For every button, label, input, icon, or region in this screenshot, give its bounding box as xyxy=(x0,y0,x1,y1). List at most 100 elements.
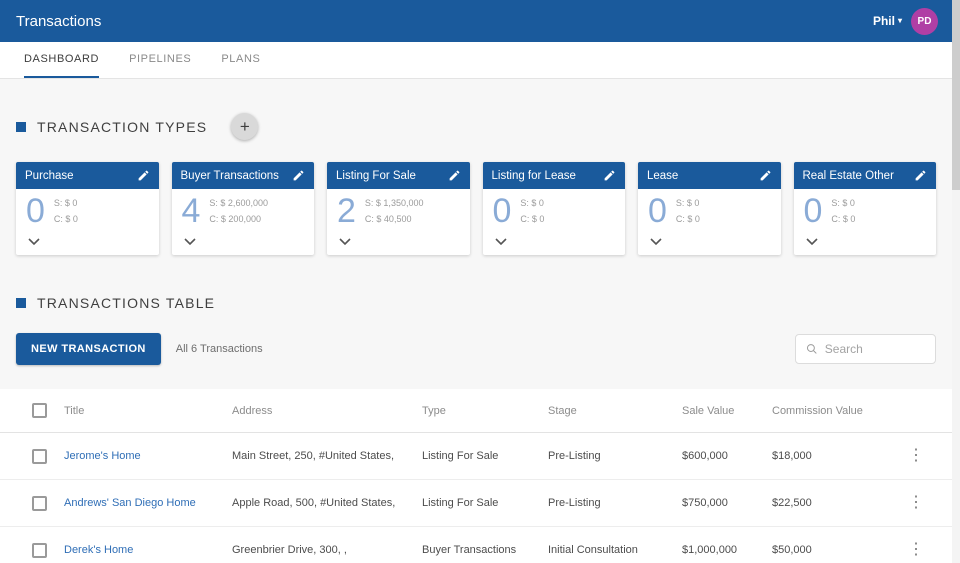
cell-commission-value: $50,000 xyxy=(764,526,896,563)
chevron-down-icon xyxy=(183,238,196,246)
cell-sale-value: $750,000 xyxy=(674,479,764,527)
expand-card-button[interactable] xyxy=(650,238,662,246)
commission-total: C: $ 0 xyxy=(675,213,700,224)
pencil-icon xyxy=(915,170,926,181)
expand-card-button[interactable] xyxy=(339,238,351,246)
type-card-lease: Lease 0 S: $ 0 C: $ 0 xyxy=(638,162,781,255)
sale-total: S: $ 0 xyxy=(831,198,855,209)
app-bar-right: Phil ▾ PD xyxy=(873,7,938,35)
type-values: S: $ 1,350,000 C: $ 40,500 xyxy=(365,196,424,227)
type-count: 2 xyxy=(337,192,356,230)
cell-address: Greenbrier Drive, 300, , xyxy=(224,526,414,563)
sale-total: S: $ 0 xyxy=(53,198,78,209)
edit-button[interactable] xyxy=(759,169,772,182)
tab-plans[interactable]: PLANS xyxy=(221,42,260,78)
card-title: Buyer Transactions xyxy=(180,169,279,182)
sale-total: S: $ 2,600,000 xyxy=(209,198,268,209)
sale-total: S: $ 1,350,000 xyxy=(364,198,424,209)
scrollbar-thumb[interactable] xyxy=(952,0,960,190)
type-values: S: $ 0 C: $ 0 xyxy=(54,196,78,227)
type-count: 4 xyxy=(181,192,201,230)
card-body: 0 S: $ 0 C: $ 0 xyxy=(16,189,159,255)
chevron-down-icon xyxy=(805,238,818,246)
cell-type: Listing For Sale xyxy=(414,432,540,480)
pencil-icon xyxy=(138,170,148,181)
transaction-types-title: TRANSACTION TYPES xyxy=(37,118,208,135)
card-title: Listing for Lease xyxy=(491,169,576,182)
card-body: 2 S: $ 1,350,000 C: $ 40,500 xyxy=(327,189,470,255)
transactions-table-title: TRANSACTIONS TABLE xyxy=(37,295,216,311)
user-menu[interactable]: Phil ▾ xyxy=(873,14,902,28)
edit-button[interactable] xyxy=(448,169,461,182)
cell-stage: Pre-Listing xyxy=(540,479,674,527)
column-header-type: Type xyxy=(414,389,540,433)
card-title: Real Estate Other xyxy=(802,169,894,182)
transaction-title-link[interactable]: Derek's Home xyxy=(64,544,133,556)
type-count: 0 xyxy=(26,192,45,230)
select-all-checkbox[interactable] xyxy=(32,403,47,418)
expand-card-button[interactable] xyxy=(805,238,818,246)
expand-card-button[interactable] xyxy=(494,238,507,246)
chevron-down-icon xyxy=(339,238,351,246)
type-values: S: $ 0 C: $ 0 xyxy=(676,196,700,227)
commission-total: C: $ 200,000 xyxy=(209,213,261,224)
transaction-type-cards: Purchase 0 S: $ 0 C: $ 0 Buyer Transacti… xyxy=(0,162,952,255)
tab-dashboard[interactable]: DASHBOARD xyxy=(24,42,100,78)
row-menu-button[interactable]: ⋮ xyxy=(904,542,928,558)
edit-button[interactable] xyxy=(292,169,305,182)
type-count: 0 xyxy=(648,192,667,230)
sale-total: S: $ 0 xyxy=(675,198,700,209)
commission-total: C: $ 40,500 xyxy=(364,213,412,224)
row-menu-button[interactable]: ⋮ xyxy=(904,448,928,464)
new-transaction-button[interactable]: NEW TRANSACTION xyxy=(16,333,161,365)
avatar[interactable]: PD xyxy=(911,7,938,35)
expand-card-button[interactable] xyxy=(183,238,196,246)
edit-button[interactable] xyxy=(137,169,150,182)
pencil-icon xyxy=(760,170,770,181)
cell-type: Listing For Sale xyxy=(414,479,540,527)
chevron-down-icon xyxy=(28,238,40,246)
tab-pipelines[interactable]: PIPELINES xyxy=(129,42,191,78)
add-transaction-type-button[interactable]: + xyxy=(231,113,259,140)
card-header: Buyer Transactions xyxy=(171,162,314,189)
scrollbar[interactable] xyxy=(952,0,960,563)
kebab-icon: ⋮ xyxy=(908,541,924,558)
table-header-row: Title Address Type Stage Sale Value Comm… xyxy=(0,389,952,433)
cell-stage: Initial Consultation xyxy=(540,526,674,563)
row-checkbox[interactable] xyxy=(32,542,47,558)
plus-icon: + xyxy=(239,116,250,136)
cell-address: Apple Road, 500, #United States, xyxy=(224,479,414,527)
card-body: 0 S: $ 0 C: $ 0 xyxy=(794,189,937,255)
cell-commission-value: $22,500 xyxy=(764,479,896,527)
card-header: Purchase xyxy=(16,162,159,189)
table-toolbar: NEW TRANSACTION All 6 Transactions xyxy=(0,333,952,365)
row-checkbox[interactable] xyxy=(32,448,47,464)
cell-sale-value: $1,000,000 xyxy=(674,526,764,563)
card-header: Listing for Lease xyxy=(482,162,625,189)
card-body: 0 S: $ 0 C: $ 0 xyxy=(638,189,781,255)
type-card-real-estate-other: Real Estate Other 0 S: $ 0 C: $ 0 xyxy=(793,162,937,255)
type-values: S: $ 2,600,000 C: $ 200,000 xyxy=(209,196,268,227)
row-checkbox[interactable] xyxy=(32,495,47,511)
search-input[interactable] xyxy=(824,342,925,356)
edit-button[interactable] xyxy=(914,169,927,182)
column-header-title: Title xyxy=(56,389,224,433)
expand-card-button[interactable] xyxy=(28,238,40,246)
page: Transactions Phil ▾ PD DASHBOARD PIPELIN… xyxy=(0,0,952,563)
transactions-count: All 6 Transactions xyxy=(175,343,263,355)
type-count: 0 xyxy=(803,192,823,230)
edit-button[interactable] xyxy=(603,169,616,182)
table-row: Jerome's Home Main Street, 250, #United … xyxy=(0,432,952,480)
pencil-icon xyxy=(449,170,459,181)
cell-commission-value: $18,000 xyxy=(764,432,896,480)
transaction-title-link[interactable]: Andrews' San Diego Home xyxy=(64,497,196,509)
card-header: Lease xyxy=(638,162,781,189)
commission-total: C: $ 0 xyxy=(520,213,545,224)
table-row: Derek's Home Greenbrier Drive, 300, , Bu… xyxy=(0,526,952,563)
row-menu-button[interactable]: ⋮ xyxy=(904,495,928,511)
section-bullet xyxy=(16,121,26,132)
transaction-title-link[interactable]: Jerome's Home xyxy=(64,450,141,462)
card-title: Listing For Sale xyxy=(336,169,416,182)
sale-total: S: $ 0 xyxy=(520,198,544,209)
transactions-table-header: TRANSACTIONS TABLE xyxy=(0,255,952,311)
